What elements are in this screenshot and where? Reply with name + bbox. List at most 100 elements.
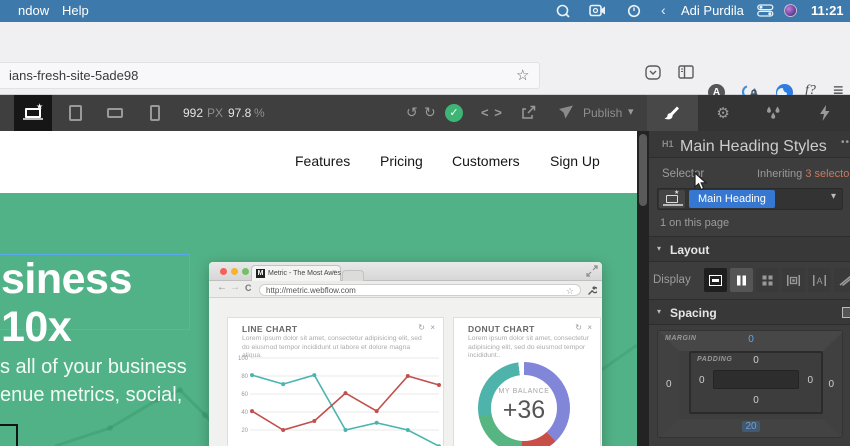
pocket-icon[interactable] (645, 65, 661, 85)
publish-button[interactable]: Publish (583, 106, 622, 120)
sidebar-icon[interactable] (678, 65, 694, 84)
selector-field[interactable]: ★ Main Heading ▾ (657, 188, 843, 210)
panel-header: H1 Main Heading Styles ••• (649, 131, 850, 158)
metric-browser-mockup: M Metric - The Most Awes × ← → C http://… (209, 262, 602, 446)
designer-toolbar: ★ 992 PX 97.8 % ↺ ↻ ✓ < > Publish ▾ ⚙ (0, 95, 850, 131)
tab-style[interactable] (647, 95, 698, 131)
padding-bottom-value[interactable]: 0 (691, 395, 821, 406)
scrollbar-thumb[interactable] (639, 134, 647, 206)
gear-icon: ⚙ (716, 105, 730, 122)
layout-section-header[interactable]: ▾ Layout (649, 236, 850, 262)
display-grid-button[interactable] (756, 268, 779, 292)
display-none-button[interactable] (834, 268, 850, 292)
breakpoint-tablet-button[interactable] (56, 95, 94, 131)
hero-paragraph[interactable]: s all of your business enue metrics, soc… (0, 353, 187, 409)
panel-menu-dots-icon[interactable]: ••• (841, 137, 850, 148)
menu-help[interactable]: Help (62, 3, 89, 18)
zoom-value[interactable]: 97.8 (228, 106, 251, 120)
margin-left-value[interactable]: 0 (666, 379, 672, 390)
spacing-mode-icon[interactable] (842, 307, 850, 318)
svg-text:40: 40 (241, 410, 248, 416)
margin-right-value[interactable]: 0 (828, 379, 834, 390)
canvas-width-unit: PX (207, 106, 224, 120)
menubar-clock: 11:21 (811, 3, 844, 18)
display-block-icon (709, 274, 722, 286)
breakpoint-desktop-button[interactable]: ★ (14, 95, 52, 131)
margin-top-value[interactable]: 0 (658, 334, 842, 345)
redo-icon[interactable]: ↻ (424, 104, 436, 121)
webflow-logo-icon (558, 105, 574, 122)
mockup-address-field: http://metric.webflow.com ☆ (259, 283, 581, 296)
publish-chevron-icon[interactable]: ▾ (628, 105, 634, 118)
bookmark-star-icon[interactable]: ☆ (516, 66, 529, 84)
hero-button-partial[interactable] (0, 424, 18, 446)
phone-landscape-icon (107, 108, 123, 118)
saved-check-icon[interactable]: ✓ (445, 104, 463, 122)
selector-breakpoint-button[interactable]: ★ (659, 190, 685, 208)
mockup-tab-close-icon: × (332, 269, 337, 276)
nav-link-signup[interactable]: Sign Up (550, 153, 600, 169)
menu-window[interactable]: ndow (18, 3, 49, 18)
padding-top-value[interactable]: 0 (691, 355, 821, 366)
tab-interactions[interactable] (749, 95, 800, 131)
svg-text:60: 60 (241, 392, 248, 398)
padding-right-value[interactable]: 0 (807, 375, 813, 386)
inheriting-count: 3 selectors (805, 168, 850, 180)
display-none-icon (839, 275, 850, 286)
class-pill[interactable]: Main Heading (689, 190, 775, 208)
canvas-scrollbar[interactable] (637, 131, 649, 446)
lightning-icon (820, 105, 830, 121)
selector-dropdown-icon[interactable]: ▾ (831, 191, 836, 202)
spacing-widget: MARGIN 0 0 0 20 PADDING 0 0 0 0 (657, 330, 843, 438)
app-dock-icon[interactable] (784, 4, 797, 17)
tab-animations[interactable] (799, 95, 850, 131)
control-center-icon[interactable] (757, 4, 774, 20)
nav-link-customers[interactable]: Customers (452, 153, 520, 169)
status-circle-icon[interactable] (627, 4, 641, 21)
display-inline-block-button[interactable] (782, 268, 805, 292)
donut-chart-refresh-icon: ↻ (575, 323, 582, 332)
canvas-width-value[interactable]: 992 (183, 106, 203, 120)
selected-heading-outline[interactable]: siness 10x (0, 254, 190, 351)
layout-section-title: Layout (670, 243, 710, 257)
share-icon[interactable] (521, 105, 536, 123)
style-panel: H1 Main Heading Styles ••• Selector Inhe… (649, 131, 850, 446)
inheriting-status[interactable]: Inheriting 3 selectors (757, 168, 850, 180)
mock-donut-chart: MY BALANCE +36 (478, 362, 570, 446)
donut-chart-panel: DONUT CHART ↻ × Lorem ipsum dolor sit am… (453, 317, 601, 446)
spacing-section-header[interactable]: ▾ Spacing (649, 299, 850, 325)
hero-heading[interactable]: siness 10x (0, 255, 189, 351)
padding-left-value[interactable]: 0 (699, 375, 705, 386)
collapse-chevron-icon: ▾ (657, 307, 662, 316)
export-code-icon[interactable]: < > (481, 105, 503, 120)
margin-bottom-value[interactable]: 20 (658, 421, 842, 432)
chevron-left-icon[interactable]: ‹ (661, 2, 666, 18)
svg-text:20: 20 (241, 428, 248, 434)
display-block-button[interactable] (704, 268, 727, 292)
display-flex-icon (737, 275, 746, 285)
display-inline-button[interactable]: A (808, 268, 831, 292)
tab-settings[interactable]: ⚙ (698, 95, 749, 131)
display-label: Display (653, 274, 691, 286)
mock-line-chart: 0204060801001234567 (236, 354, 441, 446)
camera-icon[interactable] (589, 4, 606, 20)
donut-chart-description: Lorem ipsum dolor sit amet, consectetur … (468, 335, 589, 360)
laptop-icon: ★ (23, 102, 43, 120)
display-flex-button[interactable] (730, 268, 753, 292)
padding-widget: PADDING 0 0 0 0 (689, 351, 823, 414)
mockup-star-icon: ☆ (565, 285, 574, 296)
panel-title: Main Heading Styles (680, 138, 827, 155)
address-bar[interactable]: ians-fresh-site-5ade98 ☆ (0, 62, 540, 89)
screen-record-icon[interactable] (556, 4, 570, 21)
undo-icon[interactable]: ↺ (406, 104, 418, 121)
nav-link-features[interactable]: Features (295, 153, 350, 169)
mockup-resize-icon (586, 265, 598, 277)
menubar-username[interactable]: Adi Purdila (681, 3, 744, 18)
star-badge-icon: ★ (674, 190, 680, 196)
breakpoint-mobile-landscape-button[interactable] (96, 95, 134, 131)
breakpoint-mobile-button[interactable] (136, 95, 174, 131)
hero-section[interactable]: siness 10x s all of your business enue m… (0, 193, 637, 446)
mockup-url-row: ← → C http://metric.webflow.com ☆ (209, 281, 602, 298)
address-text: ians-fresh-site-5ade98 (9, 68, 139, 83)
nav-link-pricing[interactable]: Pricing (380, 153, 423, 169)
